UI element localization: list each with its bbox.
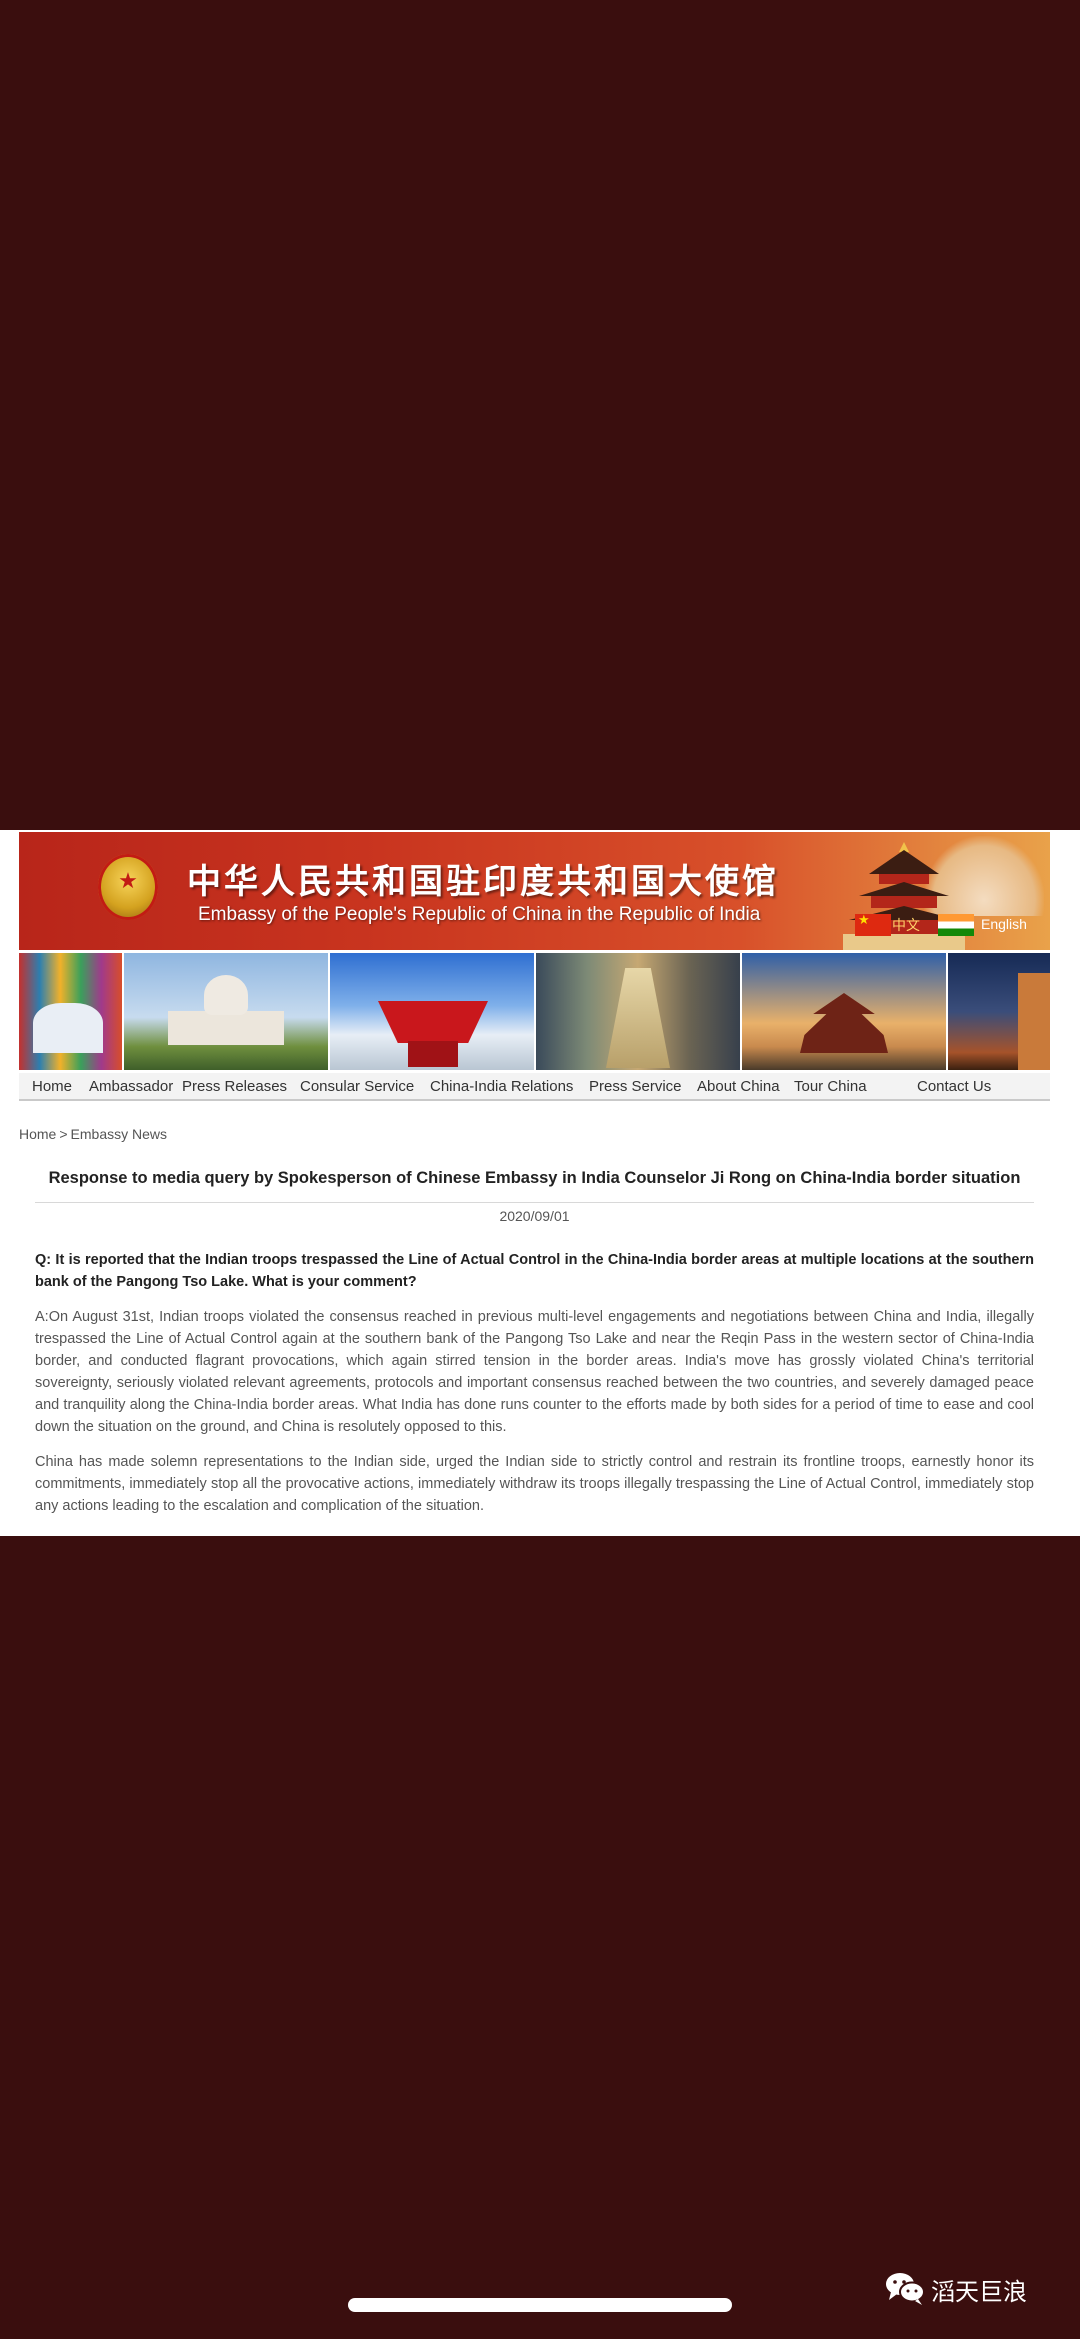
photo-taj-mahal — [124, 953, 328, 1070]
breadcrumb: Home > Embassy News — [19, 1126, 167, 1142]
wechat-icon — [886, 2273, 925, 2305]
article-question: Q: It is reported that the Indian troops… — [35, 1252, 1034, 1290]
photo-india-gate — [948, 953, 1050, 1070]
site-title-english: Embassy of the People's Republic of Chin… — [198, 904, 761, 925]
photo-textiles — [19, 953, 122, 1070]
photo-china-pavilion — [330, 953, 534, 1070]
title-divider — [35, 1202, 1034, 1203]
site-title-chinese: 中华人民共和国驻印度共和国大使馆 — [187, 862, 779, 902]
nav-home[interactable]: Home — [32, 1078, 72, 1095]
wechat-account-name: 滔天巨浪 — [931, 2278, 1027, 2306]
nav-china-india-relations[interactable]: China-India Relations — [430, 1078, 573, 1095]
language-chinese-link[interactable]: 中文 — [892, 915, 920, 935]
photo-strip — [19, 953, 1050, 1070]
breadcrumb-separator: > — [59, 1126, 68, 1142]
article-date: 2020/09/01 — [499, 1208, 570, 1224]
breadcrumb-home-link[interactable]: Home — [19, 1126, 56, 1142]
nav-tour-china[interactable]: Tour China — [794, 1078, 867, 1095]
photo-temple-of-heaven — [742, 953, 946, 1070]
article-paragraph: China has made solemn representations to… — [35, 1454, 1034, 1514]
china-flag-icon[interactable] — [855, 912, 891, 936]
embassy-webpage: ★ 中华人民共和国驻印度共和国大使馆 Embassy of the People… — [0, 830, 1080, 1536]
national-emblem-icon: ★ — [98, 854, 158, 920]
header-banner: ★ 中华人民共和国驻印度共和国大使馆 Embassy of the People… — [19, 832, 1050, 950]
language-english-link[interactable]: English — [981, 916, 1027, 932]
home-indicator-bar[interactable] — [348, 2298, 732, 2312]
photo-temple-corridor — [536, 953, 740, 1070]
article-title: Response to media query by Spokesperson … — [48, 1169, 1021, 1187]
article-paragraph: A:On August 31st, Indian troops violated… — [35, 1309, 1034, 1435]
nav-press-service[interactable]: Press Service — [589, 1078, 682, 1095]
nav-press-releases[interactable]: Press Releases — [182, 1078, 287, 1095]
nav-about-china[interactable]: About China — [697, 1078, 780, 1095]
breadcrumb-section-link[interactable]: Embassy News — [71, 1126, 167, 1142]
wechat-watermark: 滔天巨浪 — [885, 2268, 1045, 2308]
nav-consular-service[interactable]: Consular Service — [300, 1078, 414, 1095]
emblem-star: ★ — [118, 868, 138, 893]
nav-ambassador[interactable]: Ambassador — [89, 1078, 173, 1095]
india-flag-icon[interactable] — [938, 914, 974, 936]
main-navigation: Home Ambassador Press Releases Consular … — [19, 1073, 1050, 1101]
nav-contact-us[interactable]: Contact Us — [917, 1078, 991, 1095]
